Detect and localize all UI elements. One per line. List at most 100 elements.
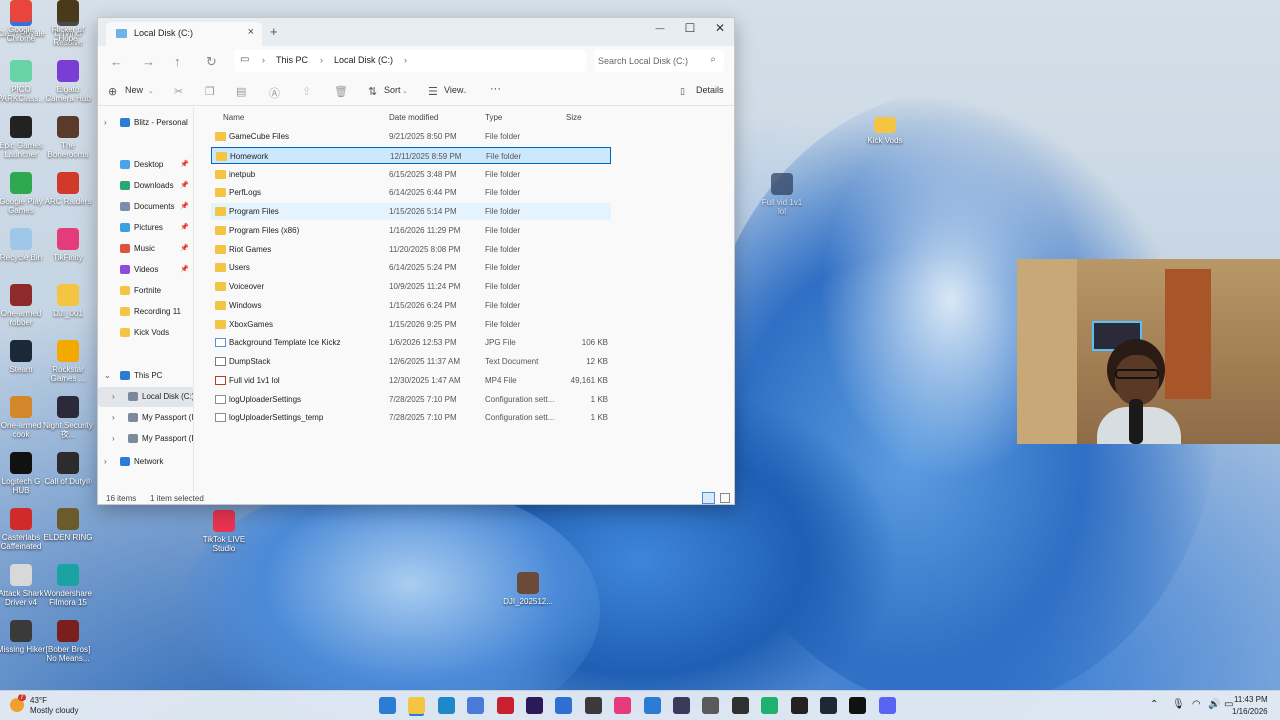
microphone-icon[interactable]: 🎙 bbox=[1172, 699, 1185, 710]
desktop-shortcut-full-vid[interactable]: Full vid 1v1 lol bbox=[757, 173, 807, 216]
app-red-icon[interactable] bbox=[496, 697, 514, 714]
desktop-shortcut[interactable]: Steam bbox=[0, 340, 46, 374]
file-row[interactable]: PerfLogs 6/14/2025 6:44 PM File folder bbox=[211, 184, 611, 201]
sidebar-item[interactable]: ⌄ This PC bbox=[98, 366, 193, 386]
outlook-icon[interactable] bbox=[555, 697, 573, 714]
file-row[interactable]: Program Files (x86) 1/16/2026 11:29 PM Fil… bbox=[211, 222, 611, 239]
details-view-icon[interactable] bbox=[702, 492, 715, 504]
breadcrumb-this-pc[interactable]: This PC bbox=[276, 55, 308, 65]
file-row[interactable]: logUploaderSettings_temp 7/28/2025 7:10 P… bbox=[211, 409, 611, 426]
tikfinity-icon[interactable] bbox=[614, 697, 632, 714]
breadcrumb-local-disk[interactable]: Local Disk (C:) bbox=[334, 55, 393, 65]
search-box[interactable]: ⌕ bbox=[594, 50, 724, 72]
app-blue-icon[interactable] bbox=[643, 697, 661, 714]
store-icon[interactable] bbox=[467, 697, 485, 714]
file-row[interactable]: Voiceover 10/9/2025 11:24 PM File folder bbox=[211, 278, 611, 295]
steam-icon[interactable] bbox=[820, 697, 837, 714]
sidebar-item[interactable]: Downloads 📌 bbox=[98, 176, 193, 196]
paste-icon[interactable]: ▤ bbox=[236, 85, 246, 98]
desktop-shortcut[interactable]: Google Chrome bbox=[0, 0, 46, 43]
chevron-right-icon[interactable]: › bbox=[104, 118, 107, 127]
desktop-shortcut[interactable]: PICO PARKClass... bbox=[0, 60, 46, 103]
chevron-up-icon[interactable]: ⌃ bbox=[1150, 699, 1158, 710]
tiles-view-icon[interactable] bbox=[720, 493, 730, 503]
forward-arrow-icon[interactable]: → bbox=[142, 54, 155, 69]
desktop-shortcut[interactable]: Epic Games Launcher bbox=[0, 116, 46, 159]
desktop-shortcut[interactable]: One-armed robber bbox=[0, 284, 46, 327]
clock-date[interactable]: 1/16/2026 bbox=[1232, 707, 1268, 716]
desktop-shortcut[interactable]: Attack Shark Driver v4 bbox=[0, 564, 46, 607]
delete-icon[interactable]: 🗑 bbox=[334, 85, 348, 98]
sidebar-item[interactable]: › Network bbox=[98, 452, 193, 472]
file-row[interactable]: GameCube Files 9/21/2025 8:50 PM File fold… bbox=[211, 128, 611, 145]
file-row[interactable]: inetpub 6/15/2025 3:48 PM File folder bbox=[211, 166, 611, 183]
rename-icon[interactable]: Ⓐ bbox=[269, 85, 280, 101]
column-header-type[interactable]: Type bbox=[485, 113, 502, 122]
desktop-shortcut[interactable]: [Bober Bros] No Means... bbox=[43, 620, 93, 663]
edge-icon[interactable] bbox=[437, 697, 455, 714]
davinci-icon[interactable] bbox=[584, 697, 602, 714]
sidebar-item[interactable]: Videos 📌 bbox=[98, 260, 193, 280]
minimize-button[interactable]: — bbox=[650, 23, 670, 33]
chevron-right-icon[interactable]: › bbox=[112, 413, 115, 422]
desktop-shortcut[interactable]: Elgato Camera Hub bbox=[43, 60, 93, 103]
app-dark-icon[interactable] bbox=[673, 697, 690, 714]
desktop-shortcut[interactable]: DJI_001 bbox=[43, 284, 93, 318]
sidebar-item[interactable]: › My Passport (I bbox=[98, 408, 193, 428]
file-row[interactable]: Program Files 1/15/2026 5:14 PM File folde… bbox=[211, 203, 611, 220]
sort-button[interactable]: Sort bbox=[384, 85, 401, 95]
maximize-button[interactable]: ☐ bbox=[680, 21, 700, 35]
column-header-size[interactable]: Size bbox=[566, 113, 582, 122]
desktop-shortcut[interactable]: Logitech G HUB bbox=[0, 452, 46, 495]
close-tab-button[interactable]: × bbox=[248, 26, 254, 38]
search-input[interactable] bbox=[598, 53, 708, 69]
new-button[interactable]: New bbox=[125, 85, 143, 95]
desktop-shortcut-dji-video[interactable]: DJI_202512... bbox=[503, 572, 553, 606]
discord-icon[interactable] bbox=[878, 697, 896, 714]
sidebar-item[interactable]: Documents 📌 bbox=[98, 197, 193, 217]
view-button[interactable]: View bbox=[444, 85, 463, 95]
file-row[interactable]: Homework 12/11/2025 8:59 PM File folder bbox=[211, 146, 611, 164]
desktop-shortcut[interactable]: Google Play Games bbox=[0, 172, 46, 215]
file-row[interactable]: Users 6/14/2025 5:24 PM File folder bbox=[211, 259, 611, 276]
capcut-icon[interactable] bbox=[849, 697, 867, 714]
sidebar-item[interactable]: Music 📌 bbox=[98, 239, 193, 259]
close-button[interactable]: ✕ bbox=[710, 21, 730, 35]
file-row[interactable]: logUploaderSettings 7/28/2025 7:10 PM Conf… bbox=[211, 391, 611, 408]
address-bar[interactable]: ▭ › This PC › Local Disk (C:) › bbox=[234, 50, 586, 72]
chevron-right-icon[interactable]: ⌄ bbox=[104, 371, 111, 380]
desktop-shortcut[interactable]: One-armed cook bbox=[0, 396, 46, 439]
sidebar-item[interactable]: Pictures 📌 bbox=[98, 218, 193, 238]
file-row[interactable]: Windows 1/15/2026 6:24 PM File folder bbox=[211, 297, 611, 314]
sidebar-item[interactable]: Recording 11 bbox=[98, 302, 193, 322]
volume-icon[interactable]: 🔊 bbox=[1208, 699, 1220, 710]
desktop-shortcut[interactable]: Recycle Bin bbox=[0, 228, 46, 262]
sidebar-item[interactable]: › Local Disk (C:) bbox=[98, 387, 193, 407]
desktop-shortcut-tiktok-live[interactable]: TikTok LIVE Studio bbox=[199, 510, 249, 553]
desktop-shortcut[interactable]: ELDEN RING bbox=[43, 508, 93, 542]
up-arrow-icon[interactable]: ↑ bbox=[174, 54, 181, 69]
file-row[interactable]: Full vid 1v1 lol 12/30/2025 1:47 AM MP4 Fi… bbox=[211, 372, 611, 389]
share-icon[interactable]: ⇪ bbox=[302, 85, 311, 98]
desktop-shortcut[interactable]: Flicker of Hope bbox=[43, 0, 93, 43]
desktop-shortcut[interactable]: Casterlabs Caffeinated bbox=[0, 508, 46, 551]
sidebar-item[interactable]: › Blitz - Personal bbox=[98, 113, 193, 133]
wifi-icon[interactable]: ◠ bbox=[1192, 699, 1201, 710]
start-icon[interactable] bbox=[379, 697, 396, 714]
clock-time[interactable]: 11:43 PM bbox=[1234, 695, 1268, 704]
desktop-shortcut[interactable]: Rockstar Games ... bbox=[43, 340, 93, 383]
desktop-folder-kick-vods[interactable]: Kick Vods bbox=[860, 117, 910, 145]
chevron-right-icon[interactable]: › bbox=[104, 457, 107, 466]
cut-icon[interactable]: ✂ bbox=[174, 85, 183, 98]
desktop-shortcut[interactable]: ARC Raiders bbox=[43, 172, 93, 206]
obs-icon[interactable] bbox=[731, 697, 749, 714]
desktop-shortcut[interactable]: Night Security 夜... bbox=[43, 396, 93, 439]
desktop-shortcut[interactable]: Missing Hiker bbox=[0, 620, 46, 654]
epic-icon[interactable] bbox=[790, 697, 808, 714]
premiere-icon[interactable] bbox=[526, 697, 543, 714]
sidebar-item[interactable]: Fortnite bbox=[98, 281, 193, 301]
column-header-date[interactable]: Date modified bbox=[389, 113, 438, 122]
details-button[interactable]: Details bbox=[696, 85, 724, 95]
back-arrow-icon[interactable]: ← bbox=[110, 54, 123, 69]
file-row[interactable]: Background Template Ice Kickz 1/6/2026 12… bbox=[211, 334, 611, 351]
